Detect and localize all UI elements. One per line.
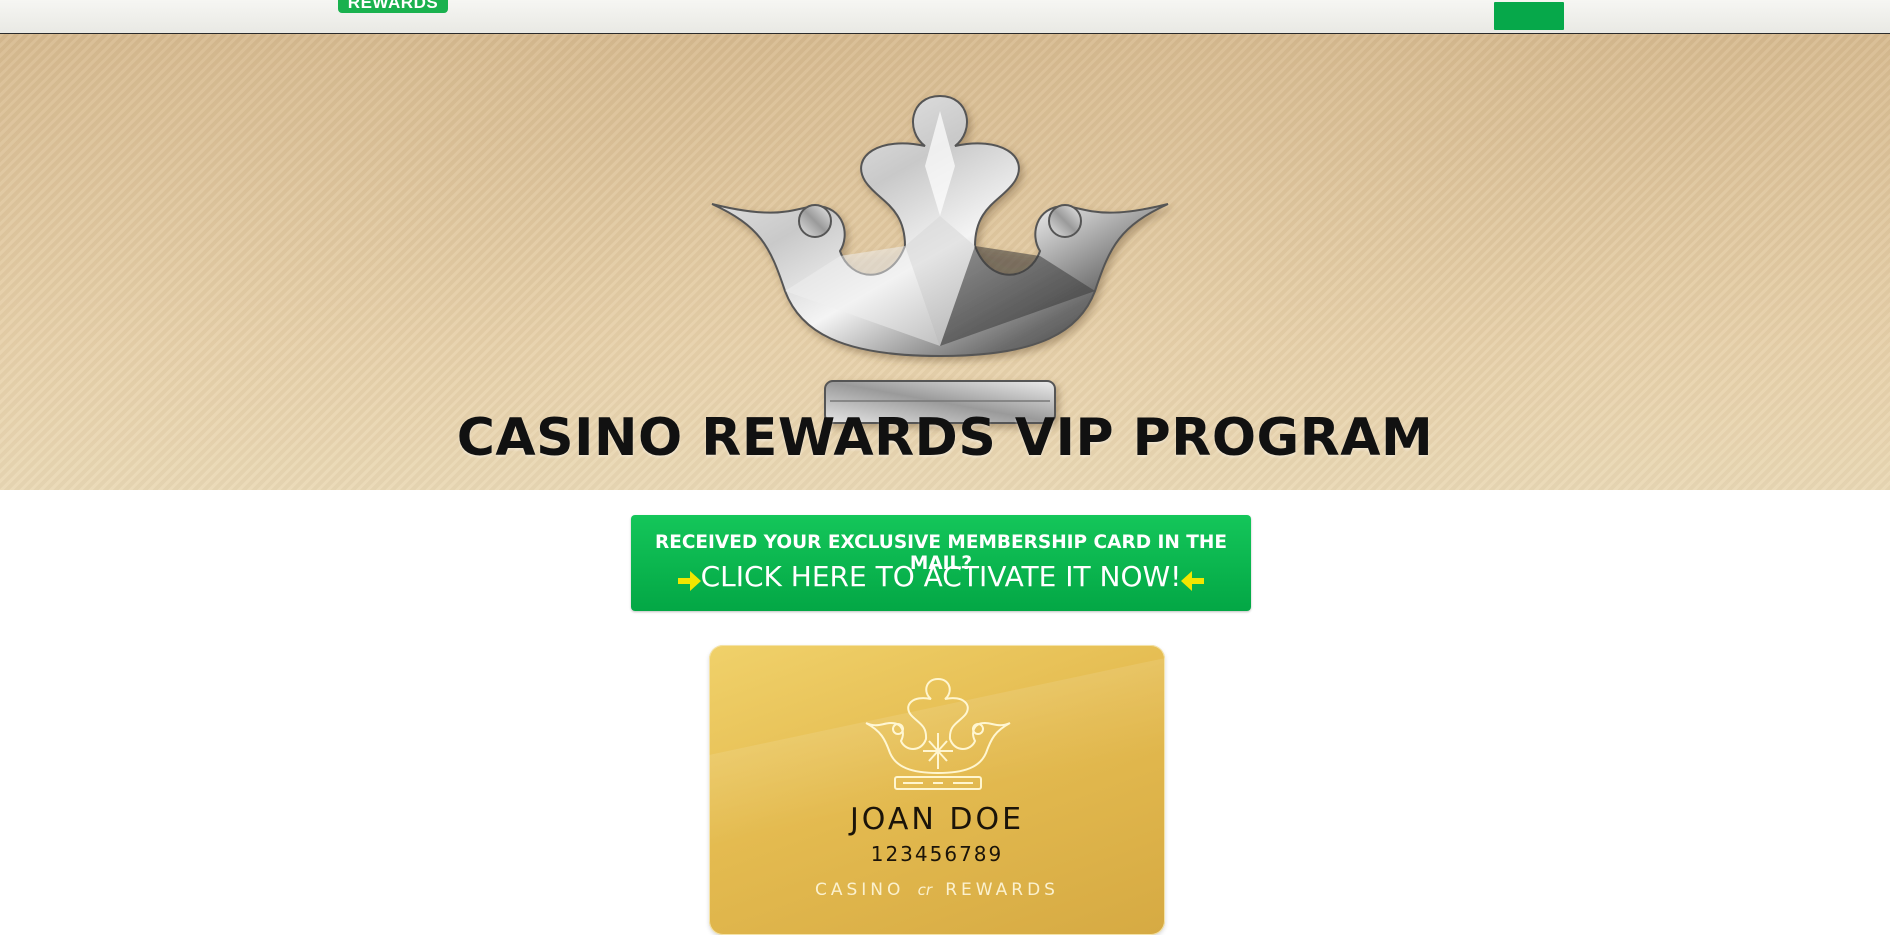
activation-cta: CLICK HERE TO ACTIVATE IT NOW! [700,560,1182,593]
page-title: CASINO REWARDS VIP PROGRAM [456,408,1434,468]
membership-card: JOAN DOE 123456789 CASINO cr REWARDS [709,645,1165,935]
card-brand-right: REWARDS [945,880,1059,900]
diamond-crown-icon [700,56,1180,446]
arrow-left-icon [1181,571,1204,591]
crown-emblem-icon [865,677,1011,790]
activate-card-button[interactable]: RECEIVED YOUR EXCLUSIVE MEMBERSHIP CARD … [631,515,1251,611]
header-action-button[interactable] [1494,2,1564,30]
card-number: 123456789 [870,842,1004,866]
card-brand-monogram: cr [917,881,933,899]
card-brand-wordmark: CASINO cr REWARDS [709,880,1165,900]
card-holder-name: JOAN DOE [849,802,1025,837]
logo-text: REWARDS [347,0,439,12]
top-navigation-bar: REWARDS [0,0,1890,34]
card-brand-left: CASINO [815,880,905,900]
casino-rewards-logo[interactable]: REWARDS [338,0,448,13]
hero-banner: CASINO REWARDS VIP PROGRAM [0,34,1890,490]
